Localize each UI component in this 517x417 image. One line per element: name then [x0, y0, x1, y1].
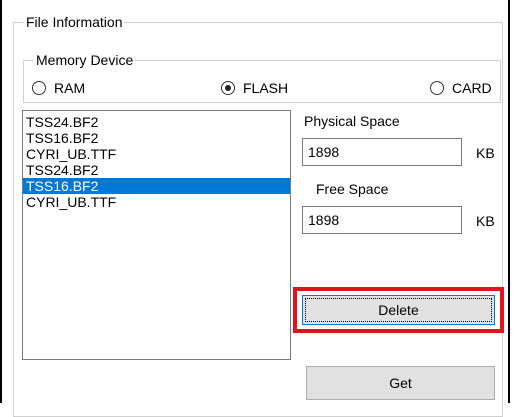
file-list-item-selected[interactable]: TSS16.BF2: [23, 178, 290, 194]
file-list-item[interactable]: TSS16.BF2: [23, 130, 290, 146]
window-right-edge: [508, 0, 510, 403]
radio-flash[interactable]: FLASH: [221, 80, 288, 96]
free-space-unit: KB: [476, 213, 495, 229]
delete-button[interactable]: Delete: [302, 295, 495, 325]
file-list-item[interactable]: CYRI_UB.TTF: [23, 146, 290, 162]
file-information-title: File Information: [24, 14, 125, 30]
radio-flash-circle: [221, 81, 235, 95]
radio-flash-label: FLASH: [243, 80, 289, 96]
get-button-label: Get: [389, 375, 412, 391]
radio-ram-circle: [32, 81, 46, 95]
radio-ram[interactable]: RAM: [32, 80, 85, 96]
file-list-item[interactable]: CYRI_UB.TTF: [23, 194, 290, 210]
free-space-field[interactable]: 1898: [302, 206, 462, 234]
radio-ram-label: RAM: [54, 80, 86, 96]
radio-card-circle: [430, 81, 444, 95]
radio-card-label: CARD: [452, 80, 492, 96]
file-list-item[interactable]: TSS24.BF2: [23, 114, 290, 130]
get-button[interactable]: Get: [306, 366, 495, 400]
memory-device-title: Memory Device: [34, 52, 136, 68]
file-list-item[interactable]: TSS24.BF2: [23, 162, 290, 178]
physical-space-field[interactable]: 1898: [302, 138, 462, 166]
physical-space-unit: KB: [476, 145, 495, 161]
free-space-label: Free Space: [316, 181, 389, 197]
file-listbox[interactable]: TSS24.BF2 TSS16.BF2 CYRI_UB.TTF TSS24.BF…: [22, 110, 291, 360]
delete-button-label: Delete: [378, 302, 419, 318]
physical-space-label: Physical Space: [304, 113, 400, 129]
window-left-edge: [0, 0, 2, 403]
radio-card[interactable]: CARD: [430, 80, 492, 96]
